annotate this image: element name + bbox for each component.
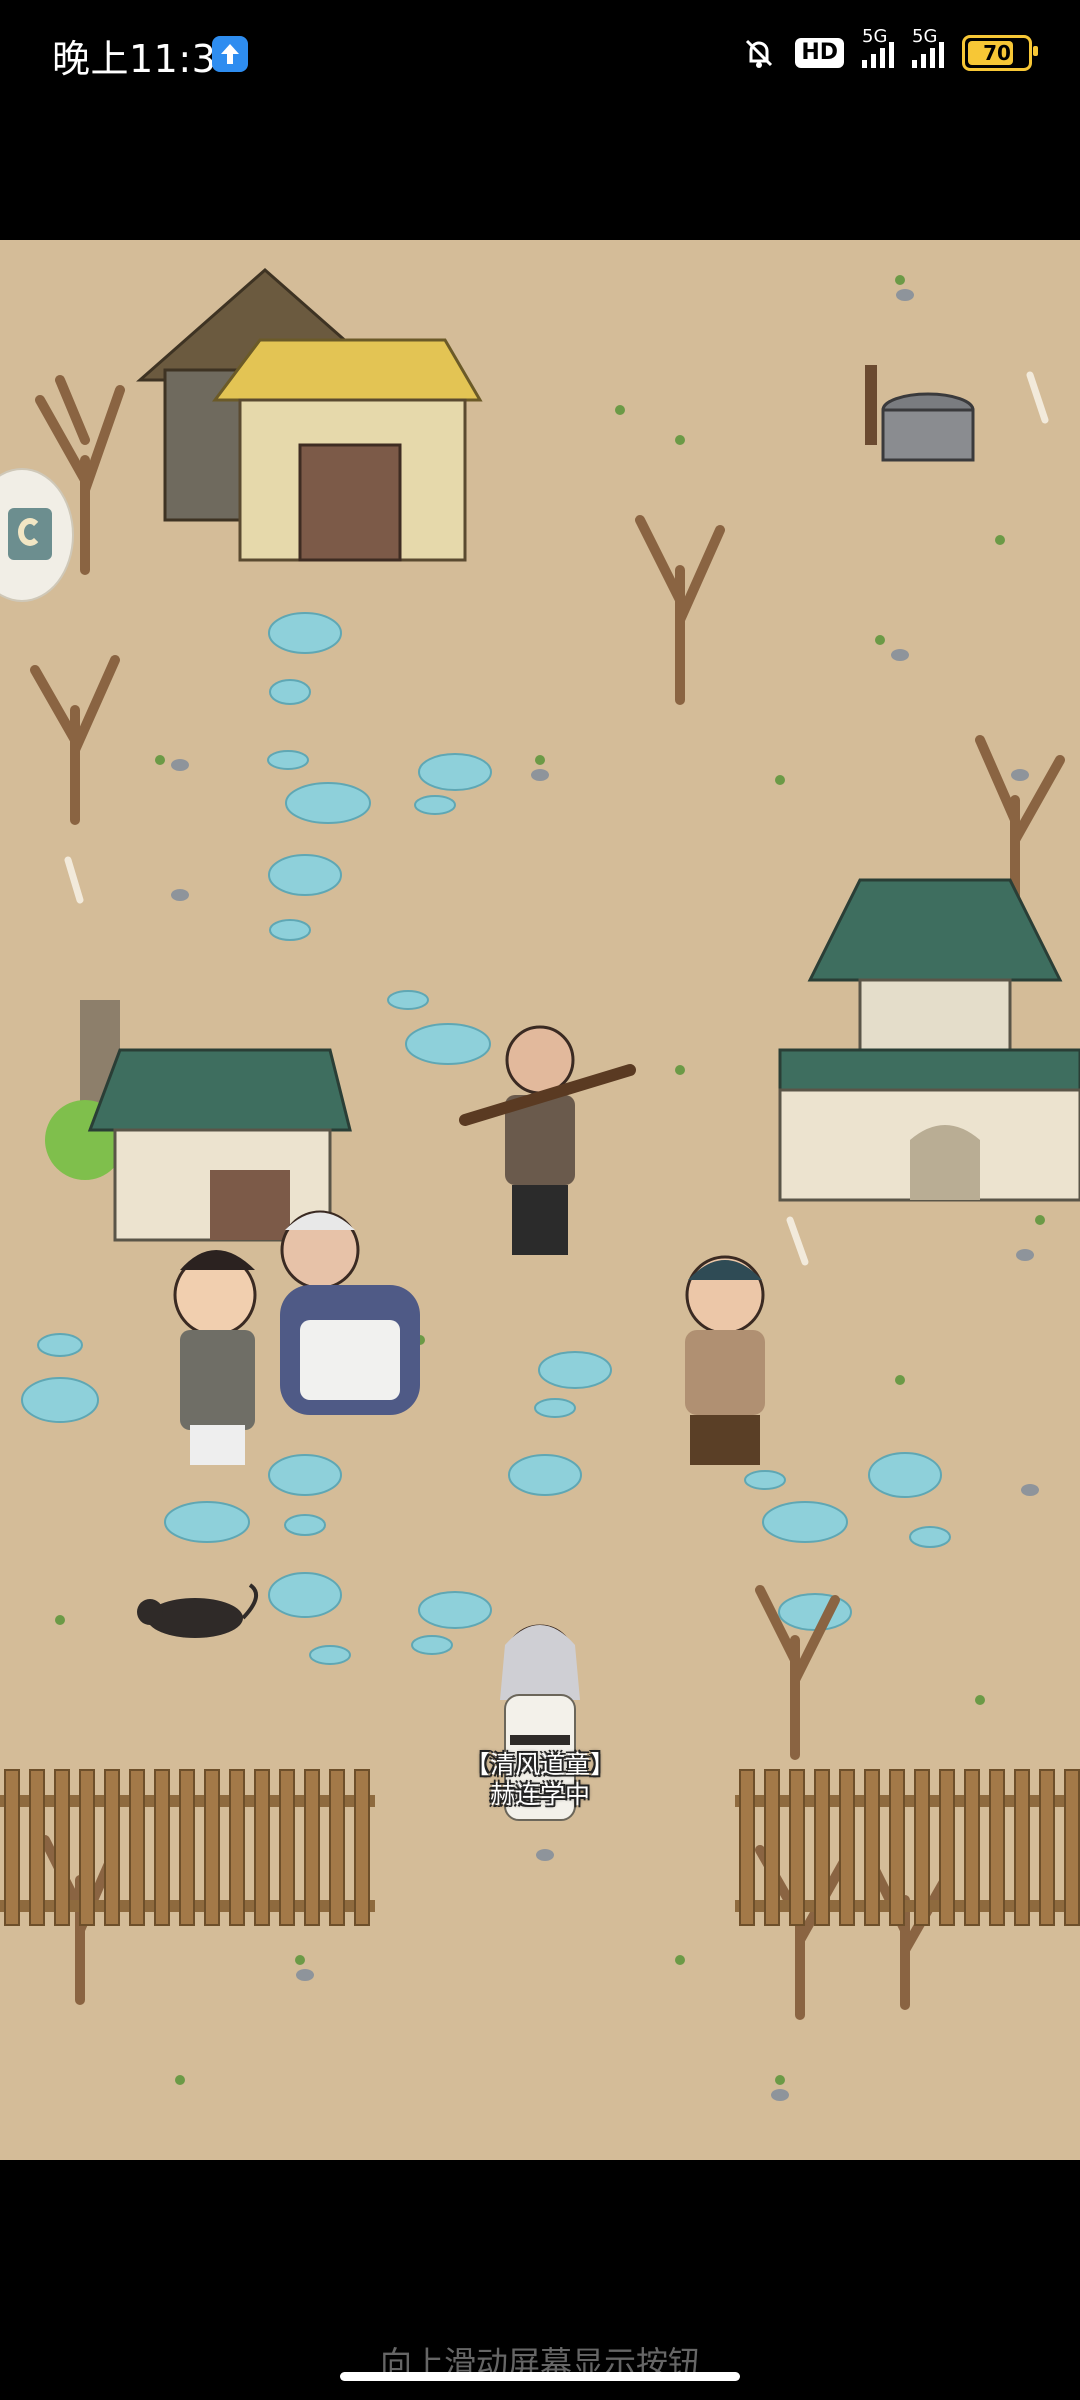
npc-name-label: 【清风道童】 赫连学中 bbox=[448, 1750, 632, 1810]
ruined-house[interactable] bbox=[45, 1000, 352, 1242]
game-menu-icon bbox=[8, 508, 52, 560]
home-indicator[interactable] bbox=[340, 2372, 740, 2381]
npc-laborer[interactable] bbox=[459, 1025, 636, 1255]
upload-arrow-icon bbox=[212, 36, 248, 72]
status-icons: HD 5G 5G 70 bbox=[741, 26, 1038, 78]
npc-name: 赫连学中 bbox=[489, 1780, 590, 1809]
signal-1-icon: 5G bbox=[862, 26, 894, 68]
npc-headband-man[interactable] bbox=[685, 1255, 765, 1465]
water-well[interactable] bbox=[865, 365, 975, 462]
mute-bell-icon bbox=[746, 39, 773, 68]
status-bar: 晚上11:31 HD 5G 5G 70 bbox=[0, 0, 1080, 110]
signal-2-icon: 5G bbox=[912, 26, 944, 68]
battery-level: 70 bbox=[983, 41, 1011, 65]
battery-icon: 70 bbox=[962, 35, 1038, 71]
hd-badge: HD bbox=[795, 38, 844, 68]
thatched-hut[interactable] bbox=[136, 268, 483, 562]
fence-left-posts bbox=[4, 1769, 370, 1926]
npc-young-swordsman[interactable] bbox=[173, 1250, 257, 1465]
ruined-temple[interactable] bbox=[778, 878, 1080, 1202]
npc-title: 【清风道童】 bbox=[464, 1750, 615, 1779]
game-scene[interactable]: 【清风道童】 赫连学中 bbox=[0, 240, 1080, 2160]
rat-enemy[interactable] bbox=[137, 1583, 259, 1638]
npc-old-woman[interactable] bbox=[280, 1210, 420, 1415]
game-map[interactable] bbox=[0, 240, 1080, 2160]
